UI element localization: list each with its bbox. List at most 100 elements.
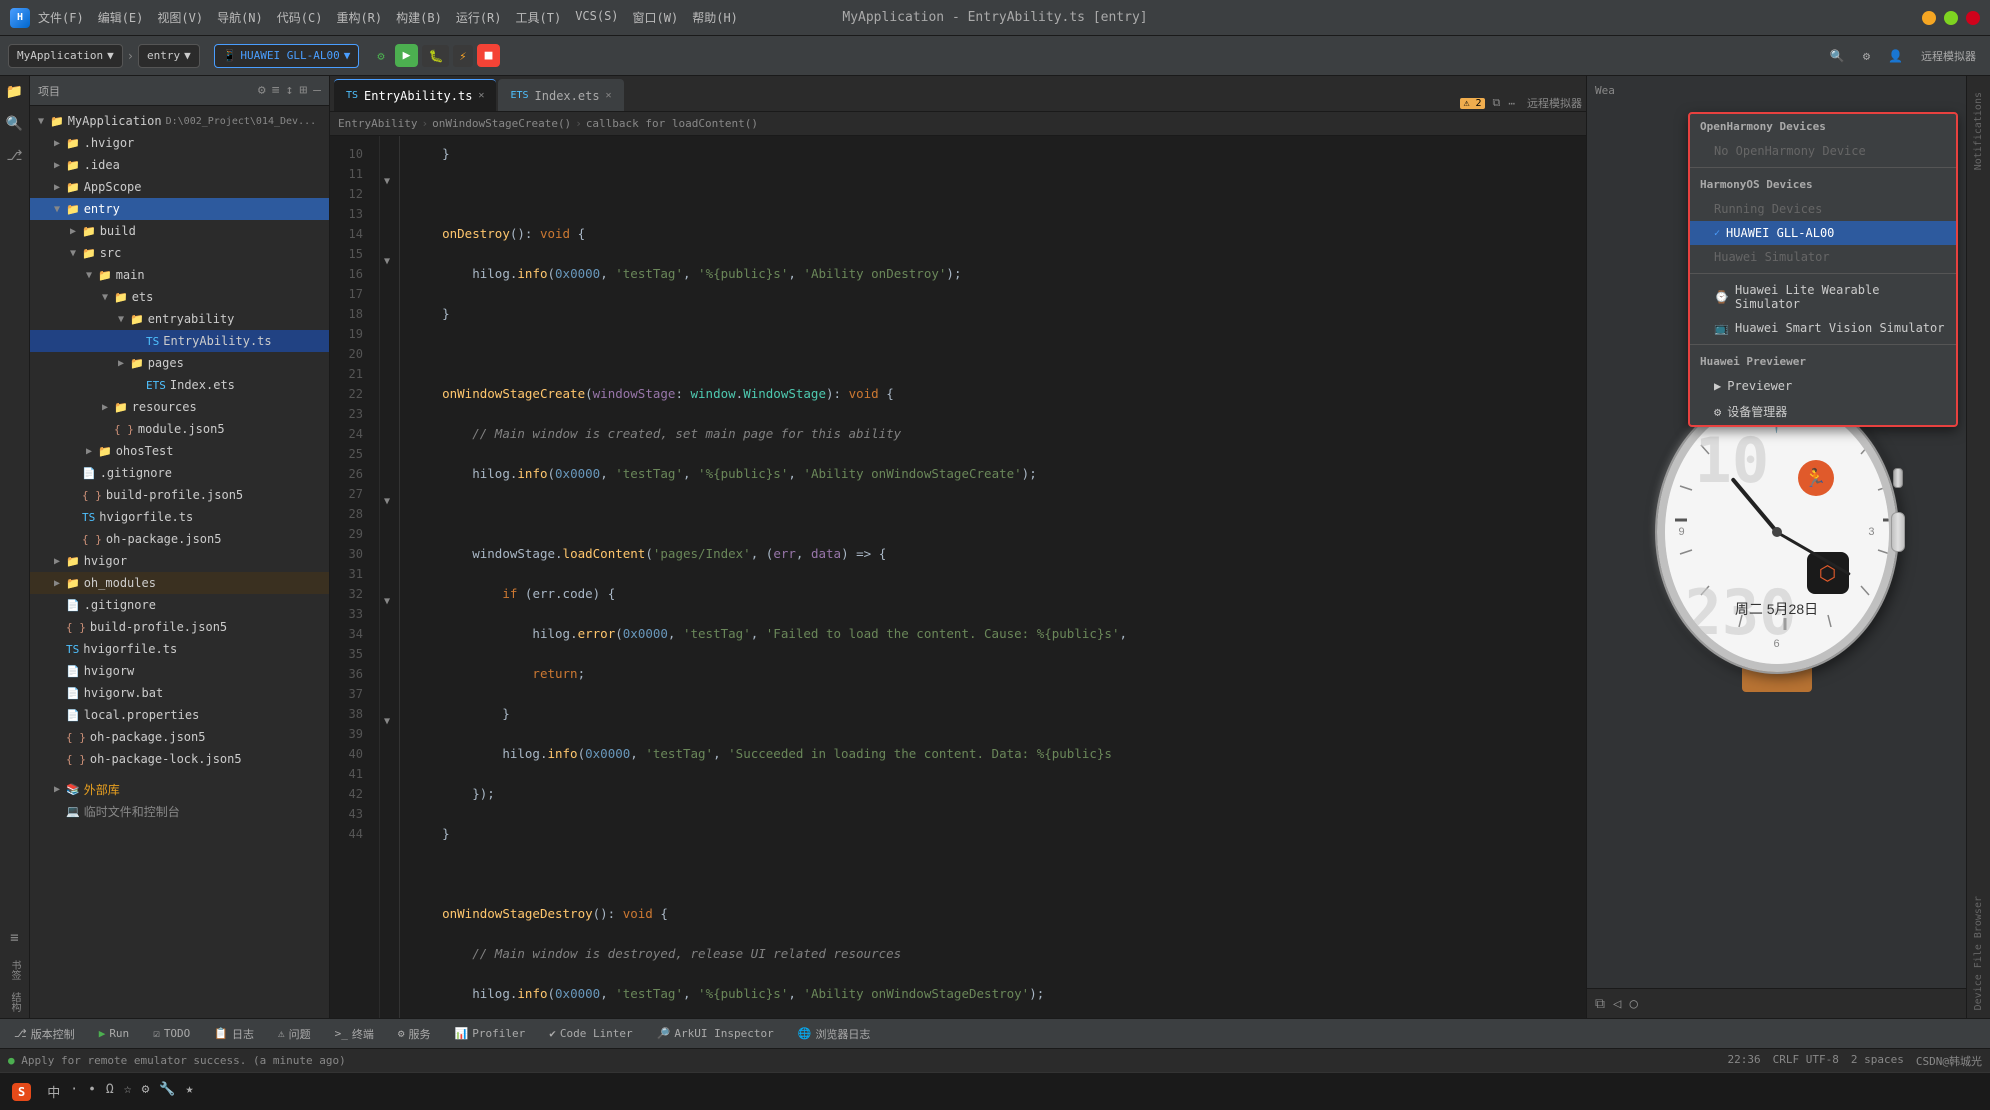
profiler-button[interactable]: 📊 Profiler — [449, 1025, 532, 1042]
tab-index-close-icon[interactable]: ✕ — [606, 90, 612, 101]
tree-temp-console[interactable]: 💻 临时文件和控制台 — [30, 800, 329, 822]
menu-file[interactable]: 文件(F) — [38, 9, 84, 26]
vcs-button[interactable]: ⎇ — [3, 144, 27, 168]
debug-button[interactable]: 🐛 — [422, 45, 449, 67]
taskbar-icon-7[interactable]: ★ — [186, 1082, 194, 1101]
terminal-button[interactable]: >_ 终端 — [329, 1024, 380, 1044]
version-control-button[interactable]: ⎇ 版本控制 — [8, 1024, 81, 1044]
menu-tools[interactable]: 工具(T) — [516, 9, 562, 26]
project-selector[interactable]: MyApplication ▼ — [8, 44, 123, 68]
bookmarks-button[interactable]: 书签 — [3, 958, 27, 982]
apply-changes-button[interactable]: ⚡ — [453, 45, 472, 67]
tab-entryability[interactable]: TS EntryAbility.ts ✕ — [334, 79, 496, 111]
tree-module-json[interactable]: { } module.json5 — [30, 418, 329, 440]
tree-entry[interactable]: ▼ 📁 entry — [30, 198, 329, 220]
project-view-button[interactable]: 📁 — [3, 80, 27, 104]
tab-split-button[interactable]: ⧉ — [1493, 96, 1501, 110]
tree-hvigor[interactable]: ▶ 📁 .hvigor — [30, 132, 329, 154]
menu-view[interactable]: 视图(V) — [157, 9, 203, 26]
menu-nav[interactable]: 导航(N) — [217, 9, 263, 26]
tree-oh-package-entry[interactable]: { } oh-package.json5 — [30, 528, 329, 550]
menu-edit[interactable]: 编辑(E) — [98, 9, 144, 26]
tree-entryability-ts[interactable]: TS EntryAbility.ts — [30, 330, 329, 352]
tree-gitignore[interactable]: 📄 .gitignore — [30, 462, 329, 484]
sidebar-settings-icon[interactable]: ⚙ — [258, 83, 266, 98]
todo-button[interactable]: ☑ TODO — [147, 1025, 196, 1042]
tree-oh-package-lock[interactable]: { } oh-package-lock.json5 — [30, 748, 329, 770]
module-selector[interactable]: entry ▼ — [138, 44, 200, 68]
tree-resources[interactable]: ▶ 📁 resources — [30, 396, 329, 418]
log-button[interactable]: 📋 日志 — [208, 1024, 260, 1044]
sim-rotate-icon[interactable]: ⧉ — [1595, 996, 1605, 1012]
tab-index[interactable]: ETS Index.ets ✕ — [498, 79, 623, 111]
menu-help[interactable]: 帮助(H) — [692, 9, 738, 26]
code-linter-button[interactable]: ✔ Code Linter — [543, 1025, 638, 1042]
sidebar-layout-icon[interactable]: ≡ — [272, 83, 280, 98]
tree-hvigorfile-root[interactable]: TS hvigorfile.ts — [30, 638, 329, 660]
previewer-item[interactable]: ▶ Previewer — [1690, 374, 1956, 398]
tab-close-icon[interactable]: ✕ — [478, 90, 484, 101]
minimize-button[interactable] — [1922, 11, 1936, 25]
taskbar-icon-5[interactable]: ⚙ — [142, 1082, 150, 1101]
collapse-icon-34[interactable]: ▼ — [384, 596, 390, 607]
tree-gitignore-root[interactable]: 📄 .gitignore — [30, 594, 329, 616]
sim-back-icon[interactable]: ◁ — [1613, 996, 1621, 1012]
huawei-device-item[interactable]: ✓ HUAWEI GLL-AL00 — [1690, 221, 1956, 245]
breadcrumb-callback[interactable]: callback for loadContent() — [586, 117, 758, 130]
tree-local-properties[interactable]: 📄 local.properties — [30, 704, 329, 726]
taskbar-icon-1[interactable]: 中 — [47, 1082, 60, 1101]
tree-build-profile-root[interactable]: { } build-profile.json5 — [30, 616, 329, 638]
tree-pages[interactable]: ▶ 📁 pages — [30, 352, 329, 374]
tree-oh-modules[interactable]: ▶ 📁 oh_modules — [30, 572, 329, 594]
services-button[interactable]: ⚙ 服务 — [392, 1024, 437, 1044]
breadcrumb-entry[interactable]: EntryAbility — [338, 117, 417, 130]
menu-bar[interactable]: 文件(F) 编辑(E) 视图(V) 导航(N) 代码(C) 重构(R) 构建(B… — [38, 9, 738, 26]
run-button[interactable]: ▶ — [395, 44, 419, 67]
tree-external-libs[interactable]: ▶ 📚 外部库 — [30, 778, 329, 800]
menu-build[interactable]: 构建(B) — [396, 9, 442, 26]
tree-ets[interactable]: ▼ 📁 ets — [30, 286, 329, 308]
device-selector[interactable]: 📱 HUAWEI GLL-AL00 ▼ — [214, 44, 360, 68]
menu-vcs[interactable]: VCS(S) — [575, 9, 618, 26]
search-everywhere-button[interactable]: 🔍 — [1824, 45, 1851, 67]
tab-more-button[interactable]: ⋯ — [1508, 97, 1515, 110]
account-icon[interactable]: 👤 — [1882, 45, 1909, 67]
settings-icon-2[interactable]: ⚙ — [1857, 45, 1876, 67]
tree-idea[interactable]: ▶ 📁 .idea — [30, 154, 329, 176]
taskbar-icon-4[interactable]: ☆ — [124, 1082, 132, 1101]
tree-hvigorfile[interactable]: TS hvigorfile.ts — [30, 506, 329, 528]
issues-button[interactable]: ⚠ 问题 — [272, 1024, 317, 1044]
tree-ohostest[interactable]: ▶ 📁 ohosTest — [30, 440, 329, 462]
settings-icon[interactable]: ⚙ — [371, 45, 390, 67]
maximize-button[interactable] — [1944, 11, 1958, 25]
csdn-badge[interactable]: S — [12, 1083, 31, 1101]
sidebar-sort-icon[interactable]: ↕ — [286, 83, 294, 98]
tree-hvigorw-bat[interactable]: 📄 hvigorw.bat — [30, 682, 329, 704]
tree-main[interactable]: ▼ 📁 main — [30, 264, 329, 286]
run-panel-button[interactable]: ▶ Run — [93, 1025, 136, 1042]
tree-hvigor[interactable]: ▶ 📁 hvigor — [30, 550, 329, 572]
tree-build[interactable]: ▶ 📁 build — [30, 220, 329, 242]
taskbar-icon-3[interactable]: Ω — [106, 1082, 114, 1101]
search-button[interactable]: 🔍 — [3, 112, 27, 136]
breadcrumb-method[interactable]: onWindowStageCreate() — [432, 117, 571, 130]
structure-button[interactable]: ≡ — [3, 926, 27, 950]
remote-dev-label[interactable]: 远程模拟器 — [1915, 44, 1982, 68]
browse-log-button[interactable]: 🌐 浏览器日志 — [792, 1024, 877, 1044]
close-button[interactable] — [1966, 11, 1980, 25]
sidebar-collapse-icon[interactable]: — — [313, 83, 321, 98]
tree-appscope[interactable]: ▶ 📁 AppScope — [30, 176, 329, 198]
device-manager-item[interactable]: ⚙ 设备管理器 — [1690, 398, 1956, 425]
menu-run[interactable]: 运行(R) — [456, 9, 502, 26]
stop-button[interactable]: ■ — [477, 44, 501, 67]
collapse-icon-12[interactable]: ▼ — [384, 176, 390, 187]
tree-root[interactable]: ▼ 📁 MyApplication D:\002_Project\014_Dev… — [30, 110, 329, 132]
menu-code[interactable]: 代码(C) — [277, 9, 323, 26]
tree-src[interactable]: ▼ 📁 src — [30, 242, 329, 264]
lite-sim-item[interactable]: ⌚ Huawei Lite Wearable Simulator — [1690, 278, 1956, 316]
collapse-icon-29[interactable]: ▼ — [384, 496, 390, 507]
notifications-label[interactable]: Notifications — [1973, 84, 1984, 178]
sim-home-icon[interactable]: ○ — [1629, 996, 1637, 1012]
code-editor[interactable]: 1011121314 1516171819 2021222324 2526272… — [330, 136, 1586, 1018]
collapse-icon-39[interactable]: ▼ — [384, 716, 390, 727]
